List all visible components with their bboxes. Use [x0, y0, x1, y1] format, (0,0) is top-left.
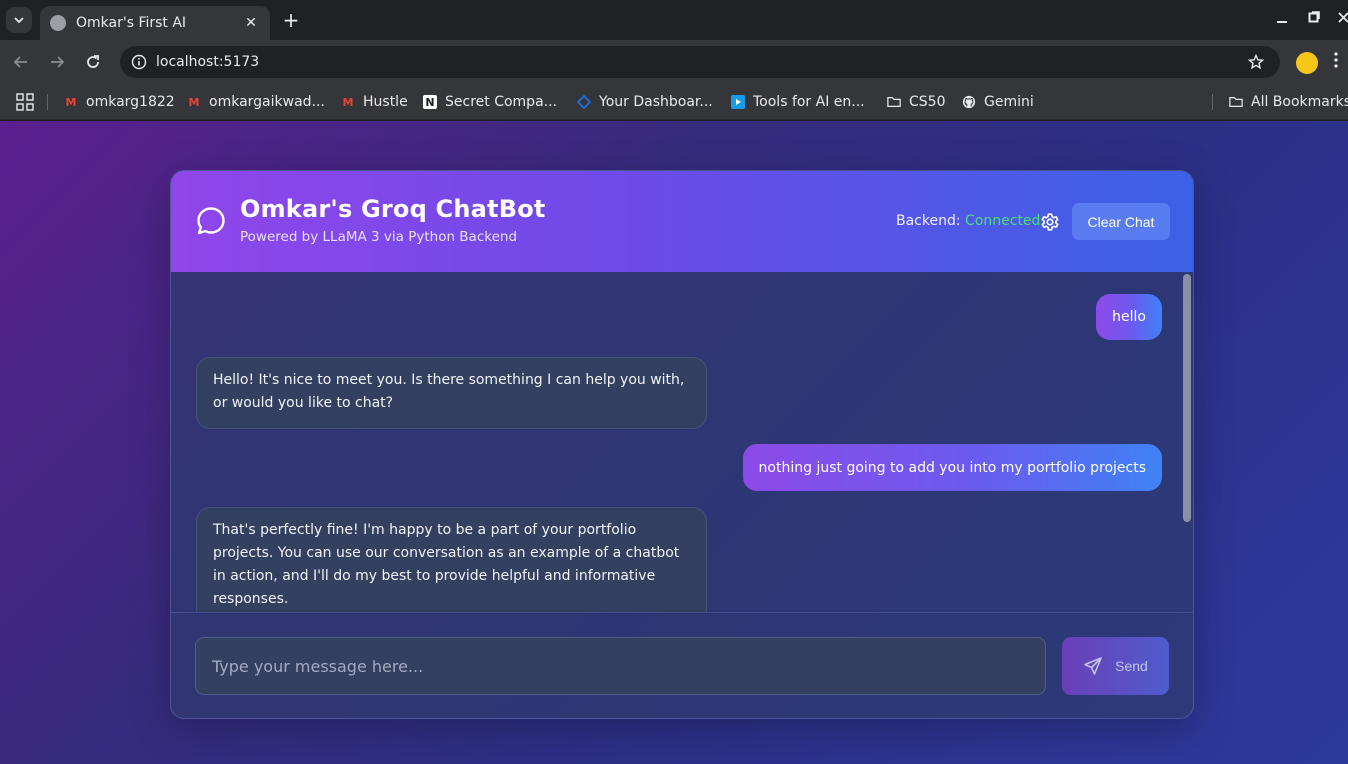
folder-icon — [887, 95, 901, 109]
bookmark-label: Gemini — [984, 94, 1034, 110]
url-text[interactable]: localhost:5173 — [156, 54, 1244, 70]
bookmark-label: omkargaikwad... — [209, 94, 325, 110]
page-viewport: Omkar's Groq ChatBot Powered by LLaMA 3 … — [0, 121, 1348, 764]
bookmark-label: omkarg1822 — [86, 94, 175, 110]
browser-tab[interactable]: Omkar's First AI ✕ — [40, 6, 270, 40]
backend-status-value: Connected — [965, 213, 1041, 229]
bookmark-label: CS50 — [909, 94, 946, 110]
bookmark-divider — [47, 94, 48, 110]
browser-toolbar: localhost:5173 — [0, 40, 1348, 84]
globe-icon — [50, 15, 66, 31]
send-button[interactable]: Send — [1062, 637, 1169, 695]
scrollbar-thumb[interactable] — [1183, 274, 1191, 522]
bookmark-item[interactable]: M omkarg1822 — [64, 92, 175, 112]
dashboard-icon — [577, 95, 591, 109]
apps-grid-icon[interactable] — [16, 93, 34, 111]
chevron-down-icon — [14, 17, 24, 24]
gear-icon[interactable] — [1039, 211, 1061, 233]
gmail-icon: M — [342, 95, 354, 109]
address-bar[interactable]: localhost:5173 — [120, 46, 1280, 78]
chat-header: Omkar's Groq ChatBot Powered by LLaMA 3 … — [171, 171, 1193, 272]
bookmark-label: Tools for AI en... — [753, 94, 865, 110]
bookmark-item[interactable]: CS50 — [887, 92, 945, 112]
reload-icon[interactable] — [81, 50, 105, 74]
chat-bubble-icon — [197, 207, 225, 235]
bookmark-label: Secret Compa... — [445, 94, 557, 110]
clear-chat-button[interactable]: Clear Chat — [1072, 203, 1170, 240]
message-input[interactable] — [195, 637, 1046, 695]
close-window-icon[interactable] — [1338, 10, 1348, 28]
user-message: nothing just going to add you into my po… — [742, 444, 1162, 491]
send-label: Send — [1115, 658, 1148, 674]
chat-card: Omkar's Groq ChatBot Powered by LLaMA 3 … — [170, 170, 1194, 719]
all-bookmarks-label: All Bookmarks — [1251, 94, 1348, 110]
tab-search-button[interactable] — [6, 7, 32, 33]
folder-icon — [1229, 95, 1243, 109]
bookmark-item[interactable]: M Hustle — [341, 92, 408, 112]
star-icon[interactable] — [1244, 50, 1268, 74]
minimize-icon[interactable] — [1276, 10, 1288, 28]
bookmarks-bar: M omkarg1822 M omkargaikwad... M Hustle … — [0, 84, 1348, 120]
message-list[interactable]: hello Hello! It's nice to meet you. Is t… — [171, 272, 1193, 612]
user-message: hello — [1096, 294, 1162, 340]
bookmark-item[interactable]: Your Dashboar... — [577, 92, 713, 112]
bookmark-item[interactable]: Tools for AI en... — [731, 92, 865, 112]
gmail-icon: M — [65, 95, 77, 109]
bookmark-item[interactable]: N Secret Compa... — [423, 92, 557, 112]
backend-label: Backend: — [896, 213, 961, 229]
site-info-icon[interactable] — [128, 51, 150, 73]
all-bookmarks-button[interactable]: All Bookmarks — [1229, 92, 1348, 112]
bookmark-item[interactable]: Gemini — [962, 92, 1034, 112]
back-icon[interactable] — [9, 50, 33, 74]
tab-title: Omkar's First AI — [76, 15, 187, 31]
scrollbar[interactable] — [1183, 272, 1191, 612]
backend-status: Backend: Connected — [896, 213, 1040, 229]
bot-message: That's perfectly fine! I'm happy to be a… — [196, 507, 707, 612]
bot-message: Hello! It's nice to meet you. Is there s… — [196, 357, 707, 429]
bookmark-label: Hustle — [363, 94, 408, 110]
chat-title: Omkar's Groq ChatBot — [240, 195, 546, 223]
restore-icon[interactable] — [1308, 10, 1320, 28]
close-tab-icon[interactable]: ✕ — [242, 15, 260, 31]
tab-strip: Omkar's First AI ✕ + — [0, 0, 1348, 40]
more-options-icon[interactable] — [1334, 52, 1348, 74]
play-icon — [731, 95, 745, 109]
profile-avatar[interactable] — [1296, 52, 1318, 74]
github-icon — [962, 95, 976, 109]
bookmark-label: Your Dashboar... — [599, 94, 713, 110]
send-icon — [1084, 657, 1102, 675]
forward-icon[interactable] — [45, 50, 69, 74]
bookmark-item[interactable]: M omkargaikwad... — [187, 92, 325, 112]
bookmark-divider — [1212, 94, 1213, 110]
chat-subtitle: Powered by LLaMA 3 via Python Backend — [240, 229, 518, 245]
gmail-icon: M — [188, 95, 200, 109]
new-tab-button[interactable]: + — [280, 8, 302, 32]
composer: Send — [171, 612, 1193, 718]
notion-icon: N — [423, 95, 437, 109]
